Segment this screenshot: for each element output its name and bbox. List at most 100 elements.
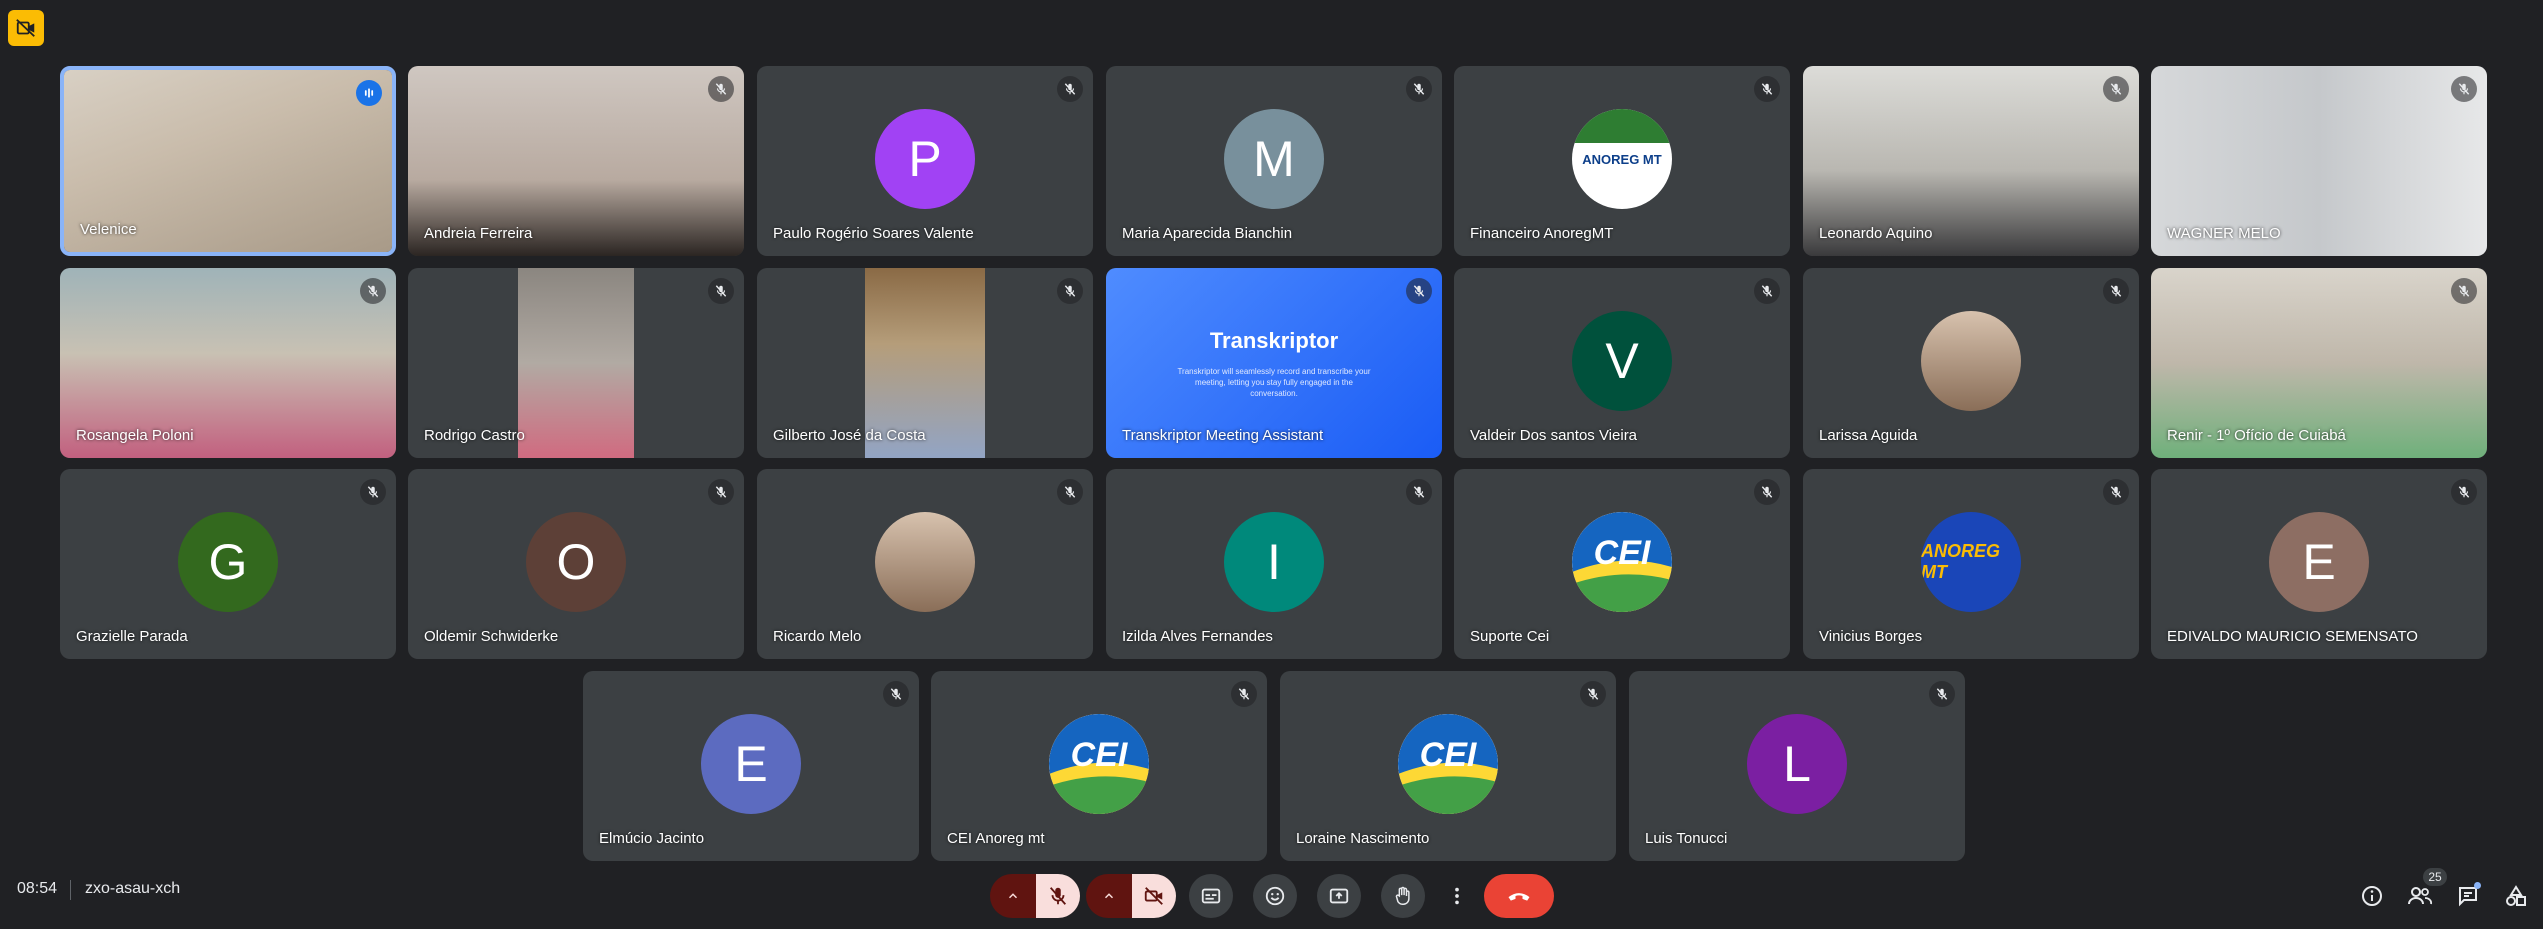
participant-tile[interactable]: ANOREG MT Financeiro AnoregMT [1454, 66, 1790, 256]
participant-tile[interactable]: Ricardo Melo [757, 469, 1093, 659]
more-options-button[interactable] [1441, 874, 1473, 918]
participant-name: Paulo Rogério Soares Valente [773, 225, 974, 242]
meeting-info-button[interactable] [2358, 882, 2386, 910]
logo-text: ANOREG MT [1921, 541, 2001, 582]
present-button[interactable] [1317, 874, 1361, 918]
participant-tile[interactable]: I Izilda Alves Fernandes [1106, 469, 1442, 659]
emoji-button[interactable] [1253, 874, 1297, 918]
participant-tile[interactable]: Renir - 1º Ofício de Cuiabá [2151, 268, 2487, 458]
speaking-indicator [356, 80, 382, 106]
mic-muted-indicator [708, 479, 734, 505]
participant-tile[interactable]: M Maria Aparecida Bianchin [1106, 66, 1442, 256]
participant-tile[interactable]: WAGNER MELO [2151, 66, 2487, 256]
participant-name: Ricardo Melo [773, 628, 862, 645]
mic-off-icon [1413, 285, 1425, 297]
mic-muted-indicator [2103, 76, 2129, 102]
participant-name: Maria Aparecida Bianchin [1122, 225, 1293, 242]
participant-name: Leonardo Aquino [1819, 225, 1933, 242]
avatar-initial: L [1783, 736, 1811, 792]
participant-tile[interactable]: P Paulo Rogério Soares Valente [757, 66, 1093, 256]
mic-muted-indicator [1406, 479, 1432, 505]
participant-name: Grazielle Parada [76, 628, 188, 645]
chat-notification-dot [2474, 882, 2481, 889]
meeting-time: 08:54 [17, 880, 58, 897]
participant-tile[interactable]: CEI Suporte Cei [1454, 469, 1790, 659]
mic-off-icon [1064, 486, 1076, 498]
people-button[interactable] [2406, 882, 2434, 910]
end-call-button[interactable] [1484, 874, 1554, 918]
participant-name: CEI Anoreg mt [947, 830, 1045, 847]
activities-icon [2506, 885, 2526, 906]
avatar-initial: V [1605, 333, 1639, 389]
avatar-initial: G [208, 534, 248, 590]
participant-tile[interactable]: Larissa Aguida [1803, 268, 2139, 458]
mic-toggle-button[interactable] [1036, 874, 1080, 918]
camera-toggle-button[interactable] [1132, 874, 1176, 918]
mic-options-button[interactable] [990, 874, 1036, 918]
participant-tile[interactable]: E EDIVALDO MAURICIO SEMENSATO [2151, 469, 2487, 659]
avatar: ANOREG MT [1572, 109, 1672, 209]
participant-tile[interactable]: Gilberto José da Costa [757, 268, 1093, 458]
meeting-code[interactable]: zxo-asau-xch [85, 880, 180, 898]
mic-muted-indicator [1754, 76, 1780, 102]
mic-off-icon [2458, 83, 2470, 95]
mic-muted-indicator [2103, 479, 2129, 505]
activities-button[interactable] [2502, 882, 2530, 910]
avatar: ANOREG MT [1921, 512, 2021, 612]
avatar: P [875, 109, 975, 209]
participant-name: Transkriptor Meeting Assistant [1122, 427, 1324, 444]
avatar: V [1572, 311, 1672, 411]
participant-tile[interactable]: O Oldemir Schwiderke [408, 469, 744, 659]
mic-muted-indicator [1929, 681, 1955, 707]
raise-hand-button[interactable] [1381, 874, 1425, 918]
speaking-icon [364, 88, 374, 98]
mic-muted-indicator [2451, 76, 2477, 102]
mic-muted-indicator [1406, 76, 1432, 102]
mic-muted-indicator [1580, 681, 1606, 707]
mic-muted-indicator [1754, 479, 1780, 505]
raise-hand-icon [1395, 886, 1410, 905]
mic-off-icon [367, 486, 379, 498]
participant-tile[interactable]: Rosangela Poloni [60, 268, 396, 458]
participant-tile[interactable]: Transkriptor Transkriptor will seamlessly… [1106, 268, 1442, 458]
mic-off-icon [1064, 285, 1076, 297]
mic-off-icon [1761, 83, 1773, 95]
participant-tile[interactable]: L Luis Tonucci [1629, 671, 1965, 861]
mic-off-icon [1761, 285, 1773, 297]
mic-muted-indicator [2451, 479, 2477, 505]
participant-name: Vinicius Borges [1819, 628, 1923, 645]
camera-options-button[interactable] [1086, 874, 1132, 918]
participant-tile[interactable]: G Grazielle Parada [60, 469, 396, 659]
participant-tile[interactable]: Andreia Ferreira [408, 66, 744, 256]
mic-muted-indicator [1231, 681, 1257, 707]
captions-button[interactable] [1189, 874, 1233, 918]
logo-text: CEI [1593, 533, 1651, 572]
participant-tile[interactable]: CEI Loraine Nascimento [1280, 671, 1616, 861]
participant-tile[interactable]: Velenice [60, 66, 396, 256]
participant-tile[interactable]: Leonardo Aquino [1803, 66, 2139, 256]
participant-name: Financeiro AnoregMT [1470, 225, 1614, 242]
mic-off-icon [2458, 285, 2470, 297]
mic-off-icon [715, 486, 727, 498]
participant-tile[interactable]: Rodrigo Castro [408, 268, 744, 458]
participant-tile[interactable]: V Valdeir Dos santos Vieira [1454, 268, 1790, 458]
participant-tile[interactable]: E Elmúcio Jacinto [583, 671, 919, 861]
mic-muted-indicator [708, 76, 734, 102]
participant-tile[interactable]: CEI CEI Anoreg mt [931, 671, 1267, 861]
mic-off-icon [1587, 688, 1599, 700]
participant-name: Rosangela Poloni [76, 427, 194, 444]
avatar-initial: M [1253, 131, 1295, 187]
participant-tile[interactable]: ANOREG MT Vinicius Borges [1803, 469, 2139, 659]
more-options-icon [1455, 887, 1459, 905]
participant-name: EDIVALDO MAURICIO SEMENSATO [2167, 628, 2418, 645]
avatar: L [1747, 714, 1847, 814]
participant-name: Izilda Alves Fernandes [1122, 628, 1273, 645]
end-call-icon [1508, 893, 1530, 901]
mic-muted-indicator [2103, 278, 2129, 304]
avatar: M [1224, 109, 1324, 209]
logo-text: CEI [1070, 735, 1128, 774]
mic-muted-indicator [1057, 76, 1083, 102]
mic-muted-indicator [360, 479, 386, 505]
avatar: O [526, 512, 626, 612]
participant-name: Rodrigo Castro [424, 427, 525, 444]
